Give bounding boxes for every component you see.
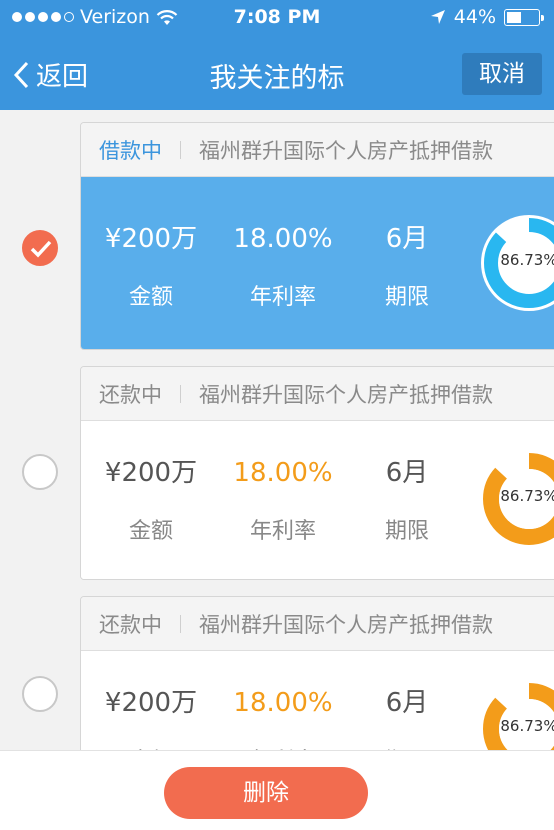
- amount-value: ¥200万: [104, 224, 198, 254]
- progress-label: 86.73%: [500, 717, 554, 735]
- select-radio[interactable]: [22, 676, 58, 712]
- loan-list: 借款中 福州群升国际个人房产抵押借款 ¥200万 金额 18.00% 年利率 6…: [0, 110, 554, 750]
- divider: [180, 614, 181, 633]
- select-radio-checked[interactable]: [22, 230, 58, 266]
- card-header: 还款中 福州群升国际个人房产抵押借款: [81, 597, 554, 651]
- amount-stat: ¥200万 金额: [91, 221, 211, 311]
- rate-stat: 18.00% 年利率: [221, 455, 345, 545]
- progress-label: 86.73%: [500, 251, 554, 269]
- term-value: 6月: [385, 688, 429, 718]
- card-header: 借款中 福州群升国际个人房产抵押借款: [81, 123, 554, 177]
- location-arrow-icon: [430, 10, 445, 24]
- loan-card[interactable]: 还款中 福州群升国际个人房产抵押借款 ¥200万 金额 18.00% 年利率 6…: [80, 366, 554, 580]
- term-label: 期限: [357, 743, 457, 750]
- status-right: 44%: [430, 6, 544, 28]
- delete-button[interactable]: 删除: [164, 767, 368, 819]
- loan-card[interactable]: 借款中 福州群升国际个人房产抵押借款 ¥200万 金额 18.00% 年利率 6…: [80, 122, 554, 350]
- term-label: 期限: [384, 519, 429, 544]
- rate-label: 年利率: [249, 519, 316, 544]
- progress-label: 86.73%: [500, 487, 554, 505]
- progress-ring: [483, 683, 554, 750]
- bottom-bar: 删除: [0, 750, 554, 830]
- amount-value: ¥200万: [104, 458, 198, 488]
- term-stat: 6月 期限: [357, 685, 457, 750]
- rate-stat: 18.00% 年利率: [221, 685, 345, 750]
- card-body: ¥200万 金额 18.00% 年利率 6月 期限 86.73%: [81, 177, 554, 349]
- amount-stat: ¥200万 金额: [91, 685, 211, 750]
- term-value: 6月: [385, 224, 429, 254]
- rate-value: 18.00%: [233, 688, 333, 718]
- loan-status: 还款中: [99, 382, 162, 407]
- battery-percent: 44%: [453, 6, 496, 28]
- cancel-button[interactable]: 取消: [462, 53, 542, 95]
- divider: [180, 140, 181, 159]
- status-bar: Verizon 7:08 PM 44%: [0, 0, 554, 36]
- loan-name: 福州群升国际个人房产抵押借款: [199, 612, 493, 637]
- divider: [180, 384, 181, 403]
- loan-status: 借款中: [99, 138, 162, 163]
- loan-row[interactable]: 还款中 福州群升国际个人房产抵押借款 ¥200万 金额 18.00% 年利率 6…: [0, 366, 554, 580]
- card-body: ¥200万 金额 18.00% 年利率 6月 期限 86.73%: [81, 651, 554, 750]
- loan-card[interactable]: 还款中 福州群升国际个人房产抵押借款 ¥200万 金额 18.00% 年利率 6…: [80, 596, 554, 750]
- amount-value: ¥200万: [104, 688, 198, 718]
- card-header: 还款中 福州群升国际个人房产抵押借款: [81, 367, 554, 421]
- rate-value: 18.00%: [233, 224, 333, 254]
- loan-row[interactable]: 借款中 福州群升国际个人房产抵押借款 ¥200万 金额 18.00% 年利率 6…: [0, 122, 554, 350]
- term-value: 6月: [385, 458, 429, 488]
- loan-row[interactable]: 还款中 福州群升国际个人房产抵押借款 ¥200万 金额 18.00% 年利率 6…: [0, 596, 554, 750]
- card-body: ¥200万 金额 18.00% 年利率 6月 期限 86.73%: [81, 421, 554, 579]
- loan-name: 福州群升国际个人房产抵押借款: [199, 382, 493, 407]
- select-radio[interactable]: [22, 454, 58, 490]
- amount-label: 金额: [128, 285, 173, 310]
- amount-label: 金额: [91, 743, 211, 750]
- term-label: 期限: [384, 285, 429, 310]
- rate-label: 年利率: [221, 743, 345, 750]
- nav-bar: 返回 我关注的标 取消: [0, 36, 554, 110]
- battery-icon: [504, 8, 544, 26]
- rate-stat: 18.00% 年利率: [221, 221, 345, 311]
- rate-value: 18.00%: [233, 458, 333, 488]
- loan-status: 还款中: [99, 612, 162, 637]
- checkmark-icon: [30, 240, 52, 258]
- term-stat: 6月 期限: [357, 221, 457, 311]
- term-stat: 6月 期限: [357, 455, 457, 545]
- rate-label: 年利率: [249, 285, 316, 310]
- amount-stat: ¥200万 金额: [91, 455, 211, 545]
- loan-name: 福州群升国际个人房产抵押借款: [199, 138, 493, 163]
- amount-label: 金额: [128, 519, 173, 544]
